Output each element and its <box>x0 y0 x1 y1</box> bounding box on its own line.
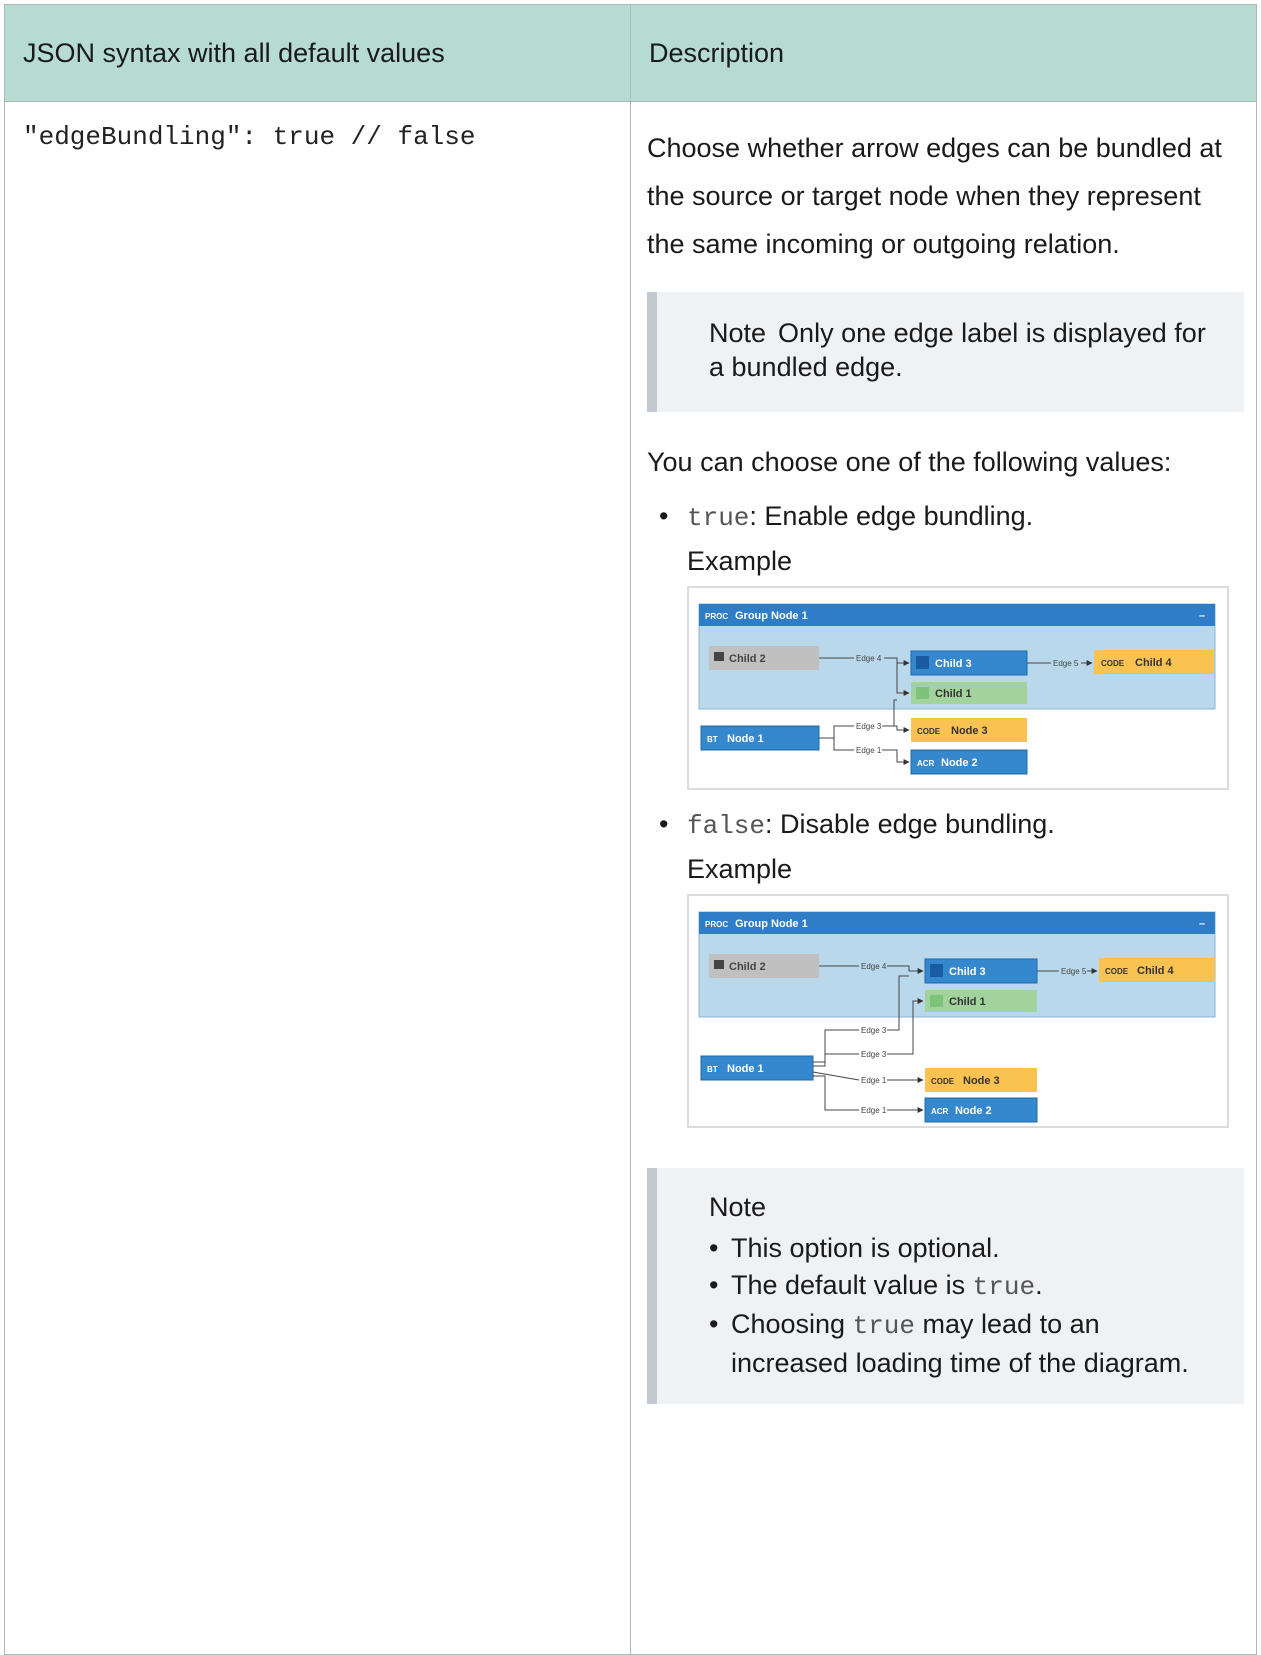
note-text: Only one edge label is displayed for a b… <box>709 318 1206 382</box>
note-title: Note <box>709 1192 767 1222</box>
node-child1-label: Child 1 <box>949 996 986 1008</box>
tag-code: CODE <box>917 727 941 736</box>
node-child4-label: Child 4 <box>1137 965 1175 977</box>
example-label: Example <box>687 546 793 576</box>
node-node2-label: Node 2 <box>941 757 978 769</box>
node-child1-label: Child 1 <box>935 688 972 700</box>
note-title: Note <box>709 318 767 348</box>
node-node1-label: Node 1 <box>727 733 764 745</box>
square-icon <box>916 687 929 699</box>
note-list: This option is optional. The default val… <box>693 1230 1224 1382</box>
collapse-icon: – <box>1199 918 1205 930</box>
group-title: Group Node 1 <box>735 610 808 622</box>
edge-label: Edge 3 <box>861 1026 887 1035</box>
example-label: Example <box>687 854 793 884</box>
node-child2-label: Child 2 <box>729 653 766 665</box>
node-node3-label: Node 3 <box>963 1075 1000 1087</box>
node-child3-label: Child 3 <box>949 966 986 978</box>
option-list: true: Enable edge bundling. Example PROC <box>647 496 1244 1128</box>
edge-label: Edge 1 <box>856 746 882 755</box>
comment-icon <box>714 652 724 661</box>
edge-label: Edge 5 <box>1061 967 1087 976</box>
square-icon <box>930 995 943 1007</box>
example-diagram-bundled: PROC Group Node 1 – Child 2 Child 3 Chil… <box>687 586 1229 790</box>
tag-acr: ACR <box>917 759 935 768</box>
choose-text: You can choose one of the following valu… <box>647 447 1172 477</box>
tag-code: CODE <box>931 1077 955 1086</box>
note-item: This option is optional. <box>709 1230 1224 1267</box>
note-item: The default value is true. <box>709 1267 1224 1306</box>
square-icon <box>930 964 943 977</box>
header-syntax: JSON syntax with all default values <box>4 4 631 102</box>
tag-bt: BT <box>707 1065 718 1074</box>
node-child2-label: Child 2 <box>729 961 766 973</box>
tag-bt: BT <box>707 735 718 744</box>
inline-code: true <box>852 1311 916 1341</box>
node-node3-label: Node 3 <box>951 725 988 737</box>
collapse-icon: – <box>1199 610 1205 622</box>
edge-label: Edge 3 <box>861 1050 887 1059</box>
option-true: true: Enable edge bundling. Example PROC <box>647 496 1244 790</box>
json-syntax: "edgeBundling": true // false <box>23 122 476 152</box>
comment-icon <box>714 960 724 969</box>
group-tag: PROC <box>705 612 728 621</box>
node-child3-label: Child 3 <box>935 658 972 670</box>
note-item-text: This option is optional. <box>731 1233 1000 1263</box>
note-item-text: The default value is <box>731 1270 973 1300</box>
node-node2-label: Node 2 <box>955 1105 992 1117</box>
edge-label: Edge 1 <box>861 1106 887 1115</box>
edge-label: Edge 4 <box>861 962 887 971</box>
syntax-cell: "edgeBundling": true // false <box>4 101 631 1655</box>
group-tag: PROC <box>705 920 728 929</box>
note-item: Choosing true may lead to an increased l… <box>709 1306 1224 1382</box>
edge-label: Edge 3 <box>856 722 882 731</box>
tag-acr: ACR <box>931 1107 949 1116</box>
square-icon <box>916 656 929 669</box>
edge-label: Edge 4 <box>856 654 882 663</box>
note-item-text: . <box>1035 1270 1043 1300</box>
group-title: Group Node 1 <box>735 918 808 930</box>
header-description: Description <box>630 4 1257 102</box>
option-text: : Disable edge bundling. <box>765 809 1055 839</box>
note-option-details: Note This option is optional. The defaul… <box>647 1168 1244 1404</box>
option-value: false <box>687 811 766 841</box>
tag-code: CODE <box>1105 967 1129 976</box>
option-false: false: Disable edge bundling. Example PR… <box>647 804 1244 1128</box>
note-bundled-label: Note Only one edge label is displayed for… <box>647 292 1244 412</box>
node-child4-label: Child 4 <box>1135 657 1173 669</box>
note-item-text: Choosing <box>731 1309 853 1339</box>
option-text: : Enable edge bundling. <box>749 501 1034 531</box>
description-text: Choose whether arrow edges can be bundle… <box>647 133 1222 259</box>
option-value: true <box>687 503 750 533</box>
tag-code: CODE <box>1101 659 1125 668</box>
node-node1-label: Node 1 <box>727 1063 764 1075</box>
options-table: JSON syntax with all default values Desc… <box>4 4 1257 1655</box>
inline-code: true <box>972 1272 1036 1302</box>
table-row: "edgeBundling": true // false Choose whe… <box>4 101 1257 1655</box>
edge-label: Edge 5 <box>1053 659 1079 668</box>
example-diagram-unbundled: PROC Group Node 1 – Child 2 Child 3 Chil… <box>687 894 1229 1128</box>
edge-label: Edge 1 <box>861 1076 887 1085</box>
description-cell: Choose whether arrow edges can be bundle… <box>630 101 1257 1655</box>
